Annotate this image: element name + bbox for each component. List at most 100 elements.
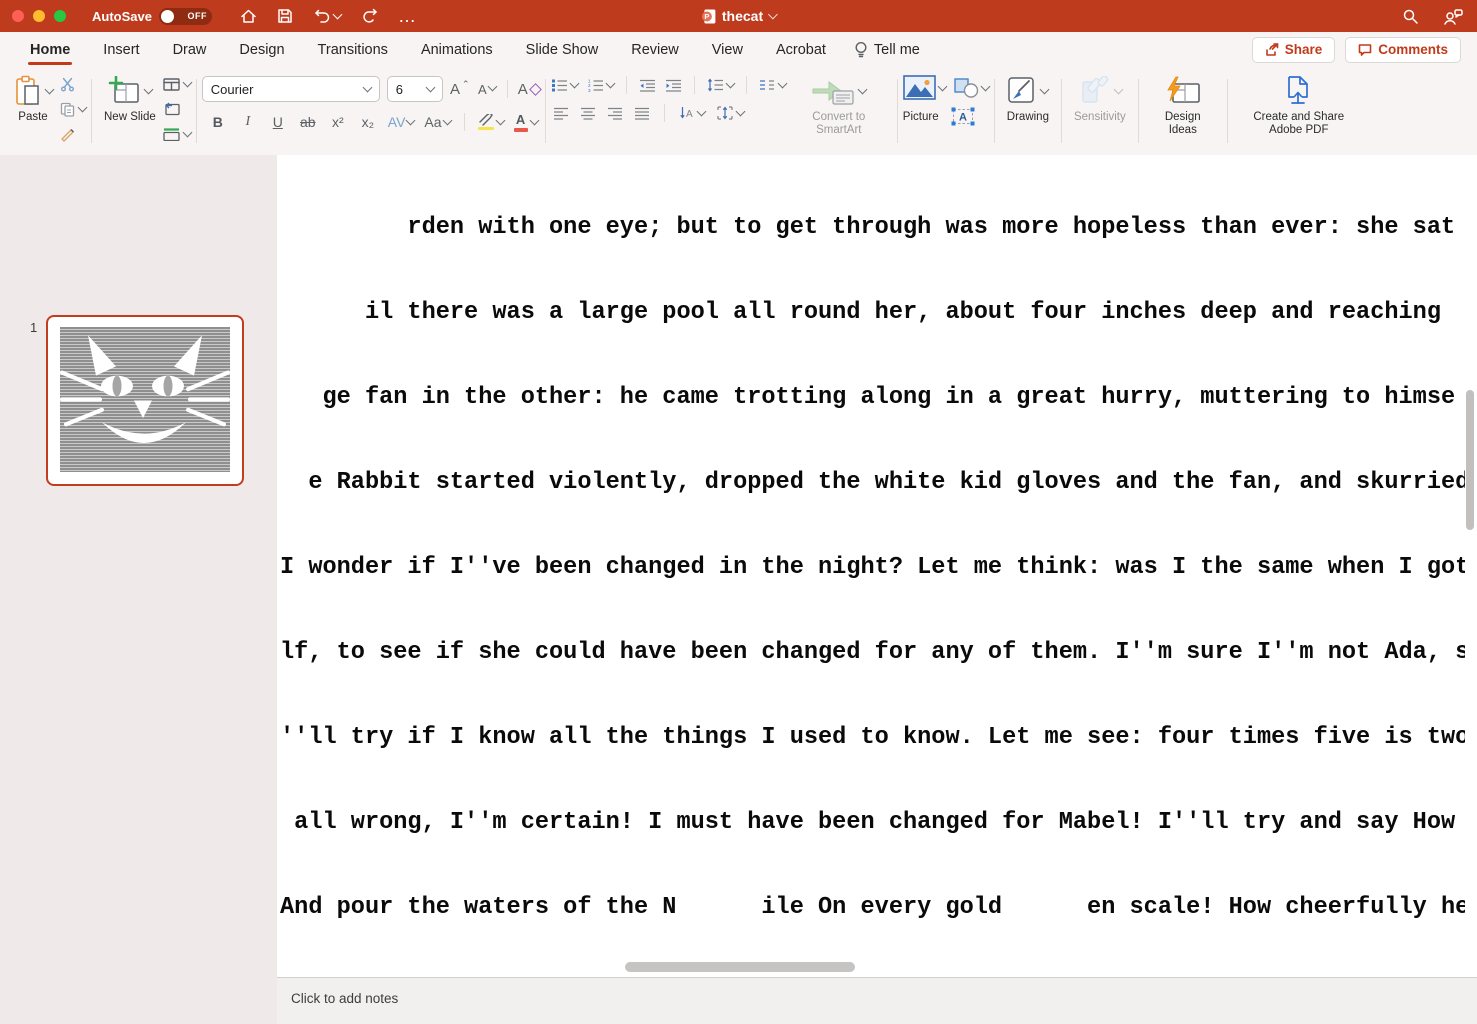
align-text-vertical-button[interactable]	[716, 106, 744, 120]
picture-label: Picture	[903, 111, 939, 123]
more-commands-button[interactable]: …	[398, 11, 417, 21]
paste-menu-chevron-icon[interactable]	[45, 85, 55, 95]
minimize-window-button[interactable]	[33, 10, 45, 22]
superscript-button[interactable]: x²	[328, 114, 348, 130]
tab-design[interactable]: Design	[239, 32, 284, 67]
slide-thumbnail-panel: 1	[0, 155, 278, 1024]
comment-icon	[1358, 43, 1372, 57]
tab-draw[interactable]: Draw	[173, 32, 207, 67]
search-icon[interactable]	[1402, 8, 1419, 25]
character-spacing-button[interactable]: AV	[388, 114, 415, 130]
numbering-button[interactable]: 123	[587, 78, 614, 92]
layout-menu-chevron-icon[interactable]	[182, 78, 192, 88]
design-ideas-button[interactable]: Design Ideas	[1144, 67, 1222, 155]
shapes-button[interactable]	[954, 78, 989, 98]
paste-button[interactable]: Paste	[6, 67, 60, 155]
close-window-button[interactable]	[12, 10, 24, 22]
tab-review[interactable]: Review	[631, 32, 679, 67]
smartart-menu-chevron-icon	[858, 85, 868, 95]
home-icon[interactable]	[240, 8, 257, 25]
slide-text-body[interactable]: rden with one eye; but to get through wa…	[280, 157, 1465, 977]
slide-layout-button[interactable]	[163, 75, 191, 93]
bullets-menu-chevron-icon	[569, 79, 579, 89]
sensitivity-menu-chevron-icon	[1114, 85, 1124, 95]
title-menu-chevron-icon[interactable]	[768, 10, 778, 20]
align-left-button[interactable]	[553, 107, 569, 120]
justify-button[interactable]	[634, 107, 650, 120]
document-title[interactable]: thecat	[722, 8, 763, 24]
subscript-button[interactable]: x₂	[358, 114, 378, 130]
zoom-window-button[interactable]	[54, 10, 66, 22]
strikethrough-button[interactable]: ab	[298, 114, 318, 130]
picture-button[interactable]	[903, 75, 946, 100]
font-color-button[interactable]: A	[514, 112, 538, 132]
vertical-align-chevron-icon	[735, 107, 745, 117]
tab-view[interactable]: View	[712, 32, 743, 67]
slide-text-line: e Rabbit started violently, dropped the …	[280, 469, 1465, 497]
section-menu-chevron-icon[interactable]	[182, 128, 192, 138]
cut-button[interactable]	[60, 75, 86, 93]
line-spacing-button[interactable]	[707, 78, 734, 92]
section-button[interactable]	[163, 125, 191, 143]
new-slide-menu-chevron-icon[interactable]	[143, 85, 153, 95]
copy-menu-chevron-icon[interactable]	[78, 103, 88, 113]
create-share-adobe-pdf-button[interactable]: Create and Share Adobe PDF	[1233, 67, 1365, 155]
text-direction-chevron-icon	[696, 107, 706, 117]
vertical-scrollbar-thumb[interactable]	[1466, 390, 1474, 530]
copy-button[interactable]	[60, 100, 86, 118]
tell-me-button[interactable]: Tell me	[854, 41, 920, 59]
format-painter-button[interactable]	[60, 125, 86, 143]
tab-insert[interactable]: Insert	[103, 32, 139, 67]
redo-button[interactable]	[361, 8, 378, 24]
presenter-coaching-icon[interactable]	[1443, 8, 1463, 25]
highlight-color-button[interactable]	[478, 114, 504, 131]
tab-slide-show[interactable]: Slide Show	[526, 32, 599, 67]
shrink-font-button[interactable]: A	[477, 82, 497, 97]
change-case-button[interactable]: Aa	[424, 114, 450, 130]
horizontal-scrollbar-thumb[interactable]	[625, 962, 855, 972]
powerpoint-app-icon: P	[701, 9, 716, 24]
notes-placeholder: Click to add notes	[291, 991, 398, 1006]
notes-pane[interactable]: Click to add notes	[277, 977, 1477, 1024]
slide-text-line: il there was a large pool all round her,…	[280, 299, 1465, 327]
sensitivity-button[interactable]: Sensitivity	[1067, 67, 1133, 155]
slide-text-line: ge fan in the other: he came trotting al…	[280, 384, 1465, 412]
italic-button[interactable]: I	[238, 114, 258, 130]
reset-slide-button[interactable]	[163, 100, 191, 118]
text-direction-button[interactable]: A	[679, 106, 705, 120]
font-name-select[interactable]: Courier	[202, 76, 380, 102]
align-right-button[interactable]	[607, 107, 623, 120]
tab-home[interactable]: Home	[30, 32, 70, 67]
grow-font-button[interactable]: A⌃	[450, 81, 470, 98]
bullets-button[interactable]	[551, 78, 578, 92]
title-bar: AutoSave OFF … P thecat	[0, 0, 1477, 32]
comments-button[interactable]: Comments	[1345, 37, 1461, 63]
adobe-pdf-icon	[1284, 75, 1314, 107]
comments-label: Comments	[1378, 42, 1448, 57]
slide-1-thumbnail[interactable]	[46, 315, 244, 486]
adobe-pdf-label: Create and Share Adobe PDF	[1240, 111, 1358, 137]
text-box-button[interactable]: A	[951, 107, 975, 126]
font-size-select[interactable]: 6	[387, 76, 443, 102]
tab-acrobat[interactable]: Acrobat	[776, 32, 826, 67]
convert-to-smartart-label: Convert to SmartArt	[793, 111, 885, 137]
undo-button[interactable]	[313, 8, 341, 24]
tab-animations[interactable]: Animations	[421, 32, 493, 67]
undo-menu-chevron-icon[interactable]	[333, 10, 343, 20]
convert-to-smartart-button[interactable]: Convert to SmartArt	[786, 67, 892, 155]
shapes-menu-chevron-icon	[980, 81, 990, 91]
tab-transitions[interactable]: Transitions	[318, 32, 388, 67]
align-center-button[interactable]	[580, 107, 596, 120]
save-icon[interactable]	[277, 8, 293, 24]
bold-button[interactable]: B	[208, 114, 228, 130]
drawing-button[interactable]: Drawing	[1000, 67, 1056, 155]
underline-button[interactable]: U	[268, 114, 288, 130]
columns-button[interactable]	[759, 79, 786, 91]
increase-indent-button[interactable]	[665, 79, 682, 92]
font-name-chevron-icon	[362, 83, 372, 93]
new-slide-button[interactable]: New Slide	[97, 67, 163, 155]
autosave-toggle[interactable]: OFF	[159, 8, 212, 25]
clear-formatting-button[interactable]: A	[518, 81, 540, 98]
share-button[interactable]: Share	[1252, 37, 1336, 63]
decrease-indent-button[interactable]	[639, 79, 656, 92]
